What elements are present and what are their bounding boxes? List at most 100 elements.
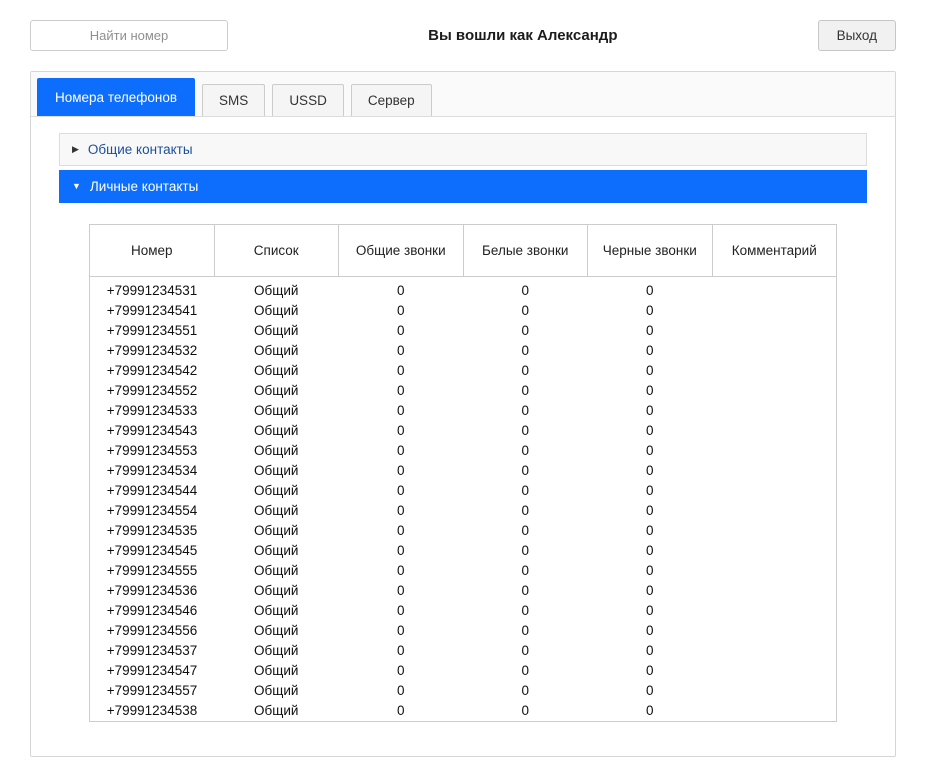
cell-list: Общий: [214, 681, 339, 701]
cell-comment: [712, 641, 837, 661]
page: Вы вошли как Александр Выход Номера теле…: [0, 0, 926, 781]
column-header-list: Список: [214, 225, 339, 277]
cell-list: Общий: [214, 481, 339, 501]
cell-white_calls: 0: [463, 421, 588, 441]
table-row: +79991234537Общий000: [90, 641, 837, 661]
cell-comment: [712, 301, 837, 321]
table-row: +79991234551Общий000: [90, 321, 837, 341]
cell-comment: [712, 541, 837, 561]
cell-comment: [712, 661, 837, 681]
table-row: +79991234534Общий000: [90, 461, 837, 481]
table-row: +79991234553Общий000: [90, 441, 837, 461]
tab-server[interactable]: Сервер: [351, 84, 432, 116]
cell-number: +79991234553: [90, 441, 215, 461]
table-row: +79991234556Общий000: [90, 621, 837, 641]
cell-list: Общий: [214, 361, 339, 381]
table-header-row: НомерСписокОбщие звонкиБелые звонкиЧерны…: [90, 225, 837, 277]
cell-black_calls: 0: [588, 381, 713, 401]
cell-white_calls: 0: [463, 501, 588, 521]
cell-comment: [712, 521, 837, 541]
tab-sms[interactable]: SMS: [202, 84, 265, 116]
cell-list: Общий: [214, 441, 339, 461]
cell-number: +79991234546: [90, 601, 215, 621]
cell-white_calls: 0: [463, 681, 588, 701]
tab-ussd[interactable]: USSD: [272, 84, 344, 116]
cell-comment: [712, 421, 837, 441]
cell-number: +79991234541: [90, 301, 215, 321]
table-row: +79991234552Общий000: [90, 381, 837, 401]
tab-phones[interactable]: Номера телефонов: [37, 78, 195, 116]
caret-right-icon: ▶: [72, 145, 79, 154]
cell-number: +79991234556: [90, 621, 215, 641]
cell-black_calls: 0: [588, 661, 713, 681]
cell-list: Общий: [214, 701, 339, 722]
cell-common_calls: 0: [339, 521, 464, 541]
cell-number: +79991234547: [90, 661, 215, 681]
cell-number: +79991234545: [90, 541, 215, 561]
cell-number: +79991234551: [90, 321, 215, 341]
table-row: +79991234543Общий000: [90, 421, 837, 441]
column-header-black_calls: Черные звонки: [588, 225, 713, 277]
table-row: +79991234533Общий000: [90, 401, 837, 421]
table-row: +79991234535Общий000: [90, 521, 837, 541]
cell-list: Общий: [214, 621, 339, 641]
cell-comment: [712, 481, 837, 501]
cell-common_calls: 0: [339, 561, 464, 581]
cell-black_calls: 0: [588, 401, 713, 421]
cell-black_calls: 0: [588, 321, 713, 341]
cell-list: Общий: [214, 661, 339, 681]
accordion-personal-contacts[interactable]: ▼ Личные контакты: [59, 170, 867, 203]
cell-list: Общий: [214, 601, 339, 621]
cell-white_calls: 0: [463, 401, 588, 421]
cell-list: Общий: [214, 321, 339, 341]
cell-list: Общий: [214, 401, 339, 421]
caret-down-icon: ▼: [72, 182, 81, 191]
cell-black_calls: 0: [588, 461, 713, 481]
column-header-comment: Комментарий: [712, 225, 837, 277]
cell-list: Общий: [214, 501, 339, 521]
cell-black_calls: 0: [588, 541, 713, 561]
contacts-table: НомерСписокОбщие звонкиБелые звонкиЧерны…: [89, 224, 837, 722]
cell-comment: [712, 381, 837, 401]
cell-common_calls: 0: [339, 661, 464, 681]
column-header-number: Номер: [90, 225, 215, 277]
accordion-personal-label: Личные контакты: [90, 179, 198, 194]
cell-common_calls: 0: [339, 501, 464, 521]
cell-list: Общий: [214, 421, 339, 441]
cell-list: Общий: [214, 461, 339, 481]
cell-white_calls: 0: [463, 481, 588, 501]
cell-comment: [712, 601, 837, 621]
cell-list: Общий: [214, 541, 339, 561]
tab-bar: Номера телефоновSMSUSSDСервер: [31, 72, 895, 117]
cell-common_calls: 0: [339, 361, 464, 381]
cell-white_calls: 0: [463, 601, 588, 621]
cell-common_calls: 0: [339, 681, 464, 701]
panel-content: ▶ Общие контакты ▼ Личные контакты Номер…: [31, 117, 895, 756]
cell-number: +79991234537: [90, 641, 215, 661]
cell-common_calls: 0: [339, 461, 464, 481]
cell-common_calls: 0: [339, 381, 464, 401]
search-input[interactable]: [30, 20, 228, 51]
cell-common_calls: 0: [339, 621, 464, 641]
cell-comment: [712, 277, 837, 301]
accordion-general-label: Общие контакты: [88, 142, 193, 157]
cell-black_calls: 0: [588, 441, 713, 461]
cell-number: +79991234533: [90, 401, 215, 421]
cell-white_calls: 0: [463, 277, 588, 301]
accordion-general-contacts[interactable]: ▶ Общие контакты: [59, 133, 867, 166]
cell-number: +79991234534: [90, 461, 215, 481]
cell-list: Общий: [214, 301, 339, 321]
cell-number: +79991234544: [90, 481, 215, 501]
cell-white_calls: 0: [463, 641, 588, 661]
logout-button[interactable]: Выход: [818, 20, 896, 51]
cell-common_calls: 0: [339, 541, 464, 561]
cell-common_calls: 0: [339, 601, 464, 621]
cell-white_calls: 0: [463, 341, 588, 361]
cell-black_calls: 0: [588, 621, 713, 641]
table-row: +79991234545Общий000: [90, 541, 837, 561]
cell-black_calls: 0: [588, 361, 713, 381]
cell-white_calls: 0: [463, 321, 588, 341]
cell-black_calls: 0: [588, 581, 713, 601]
cell-comment: [712, 321, 837, 341]
column-header-white_calls: Белые звонки: [463, 225, 588, 277]
